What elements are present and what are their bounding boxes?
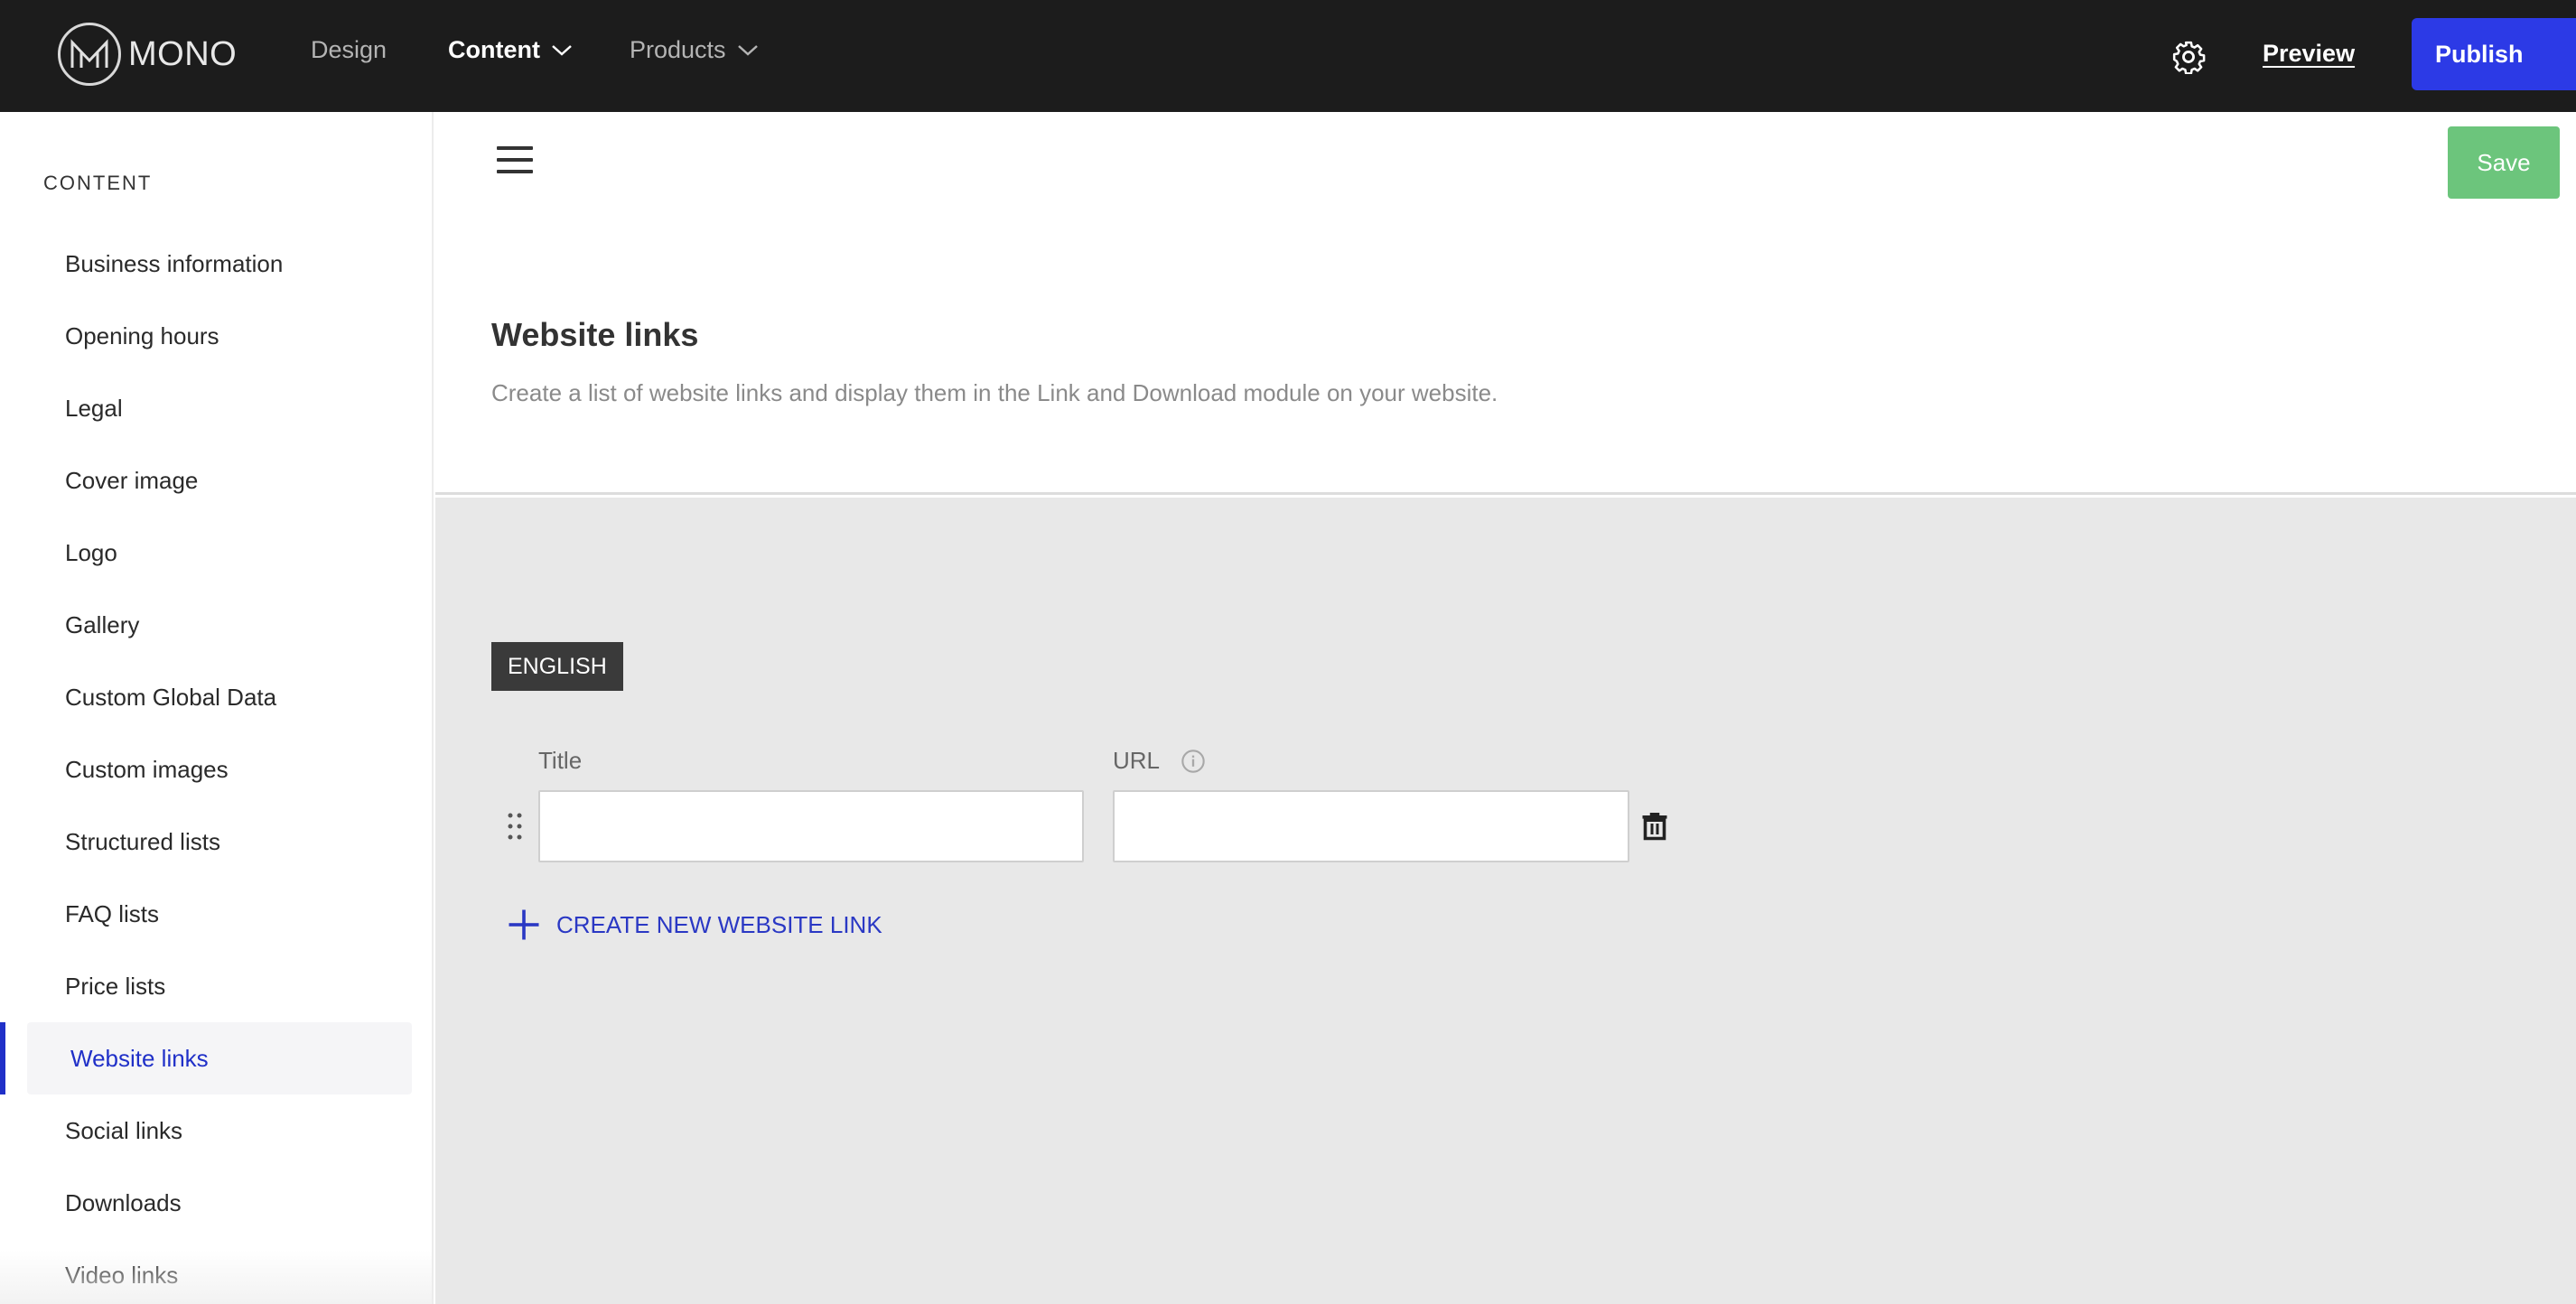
nav-content-label: Content [448,36,540,63]
gear-icon[interactable] [2171,40,2206,74]
sidebar-item-label: Video links [65,1261,179,1289]
hamburger-icon[interactable] [497,146,535,179]
sidebar-item-video-links[interactable]: Video links [27,1239,412,1304]
logo-text: MONO [128,34,238,73]
sidebar-item-opening-hours[interactable]: Opening hours [27,300,412,372]
sidebar-item-gallery[interactable]: Gallery [27,589,412,661]
chevron-down-icon [737,44,758,56]
nav-content[interactable]: Content [448,36,573,64]
sidebar-item-label: Cover image [65,466,199,494]
content-sidebar: CONTENT Business information Opening hou… [0,112,434,1304]
sidebar-item-label: Structured lists [65,827,220,855]
nav-design[interactable]: Design [311,36,387,64]
drag-handle-icon[interactable] [504,810,526,843]
sidebar-item-label: Downloads [65,1188,182,1216]
sidebar-item-custom-global-data[interactable]: Custom Global Data [27,661,412,733]
page-description: Create a list of website links and displ… [491,379,1498,406]
save-button[interactable]: Save [2448,126,2560,199]
nav-products-label: Products [630,36,726,63]
sidebar-item-social-links[interactable]: Social links [27,1094,412,1167]
nav-products[interactable]: Products [630,36,759,64]
url-field-label: URL [1113,747,1161,774]
active-item-indicator [0,1022,5,1094]
language-tab-english[interactable]: ENGLISH [491,642,623,691]
create-link-label: CREATE NEW WEBSITE LINK [556,910,882,938]
trash-icon[interactable] [1638,810,1671,843]
link-title-input[interactable] [538,790,1084,862]
info-icon[interactable] [1181,749,1206,774]
sidebar-heading: CONTENT [43,172,153,194]
preview-link[interactable]: Preview [2263,40,2355,68]
link-url-input[interactable] [1113,790,1629,862]
sidebar-item-label: Social links [65,1116,183,1144]
sidebar-item-label: FAQ lists [65,899,160,927]
sidebar-item-label: Opening hours [65,321,219,349]
sidebar-item-label: Price lists [65,972,166,1000]
publish-button[interactable]: Publish [2412,18,2576,90]
sidebar-item-website-links[interactable]: Website links [27,1022,412,1094]
sidebar-item-label: Logo [65,538,117,566]
website-links-editor: ENGLISH Title URL CREATE NEW WEBSITE LIN… [435,498,2576,1304]
chevron-down-icon [552,44,572,56]
mono-logo[interactable]: MONO [58,22,237,87]
sidebar-item-faq-lists[interactable]: FAQ lists [27,878,412,950]
sidebar-item-label: Website links [70,1044,209,1072]
sidebar-item-cover-image[interactable]: Cover image [27,444,412,517]
sidebar-item-price-lists[interactable]: Price lists [27,950,412,1022]
sidebar-item-structured-lists[interactable]: Structured lists [27,806,412,878]
sidebar-item-legal[interactable]: Legal [27,372,412,444]
sidebar-item-downloads[interactable]: Downloads [27,1167,412,1239]
page-title: Website links [491,316,699,353]
sidebar-item-logo[interactable]: Logo [27,517,412,589]
create-new-website-link-button[interactable]: CREATE NEW WEBSITE LINK [508,902,882,947]
plus-icon [509,909,539,940]
page-header: Save Website links Create a list of webs… [435,112,2576,495]
title-field-label: Title [538,747,583,774]
top-navigation-bar: MONO Design Content Products Preview Pub… [0,0,2576,112]
sidebar-item-label: Custom Global Data [65,683,277,711]
sidebar-item-label: Legal [65,394,123,422]
sidebar-item-business-information[interactable]: Business information [27,228,412,300]
nav-design-label: Design [311,36,387,63]
sidebar-item-label: Gallery [65,610,140,638]
sidebar-item-custom-images[interactable]: Custom images [27,733,412,806]
sidebar-item-label: Business information [65,249,284,277]
sidebar-item-label: Custom images [65,755,229,783]
mono-logo-mark-icon [58,23,121,86]
